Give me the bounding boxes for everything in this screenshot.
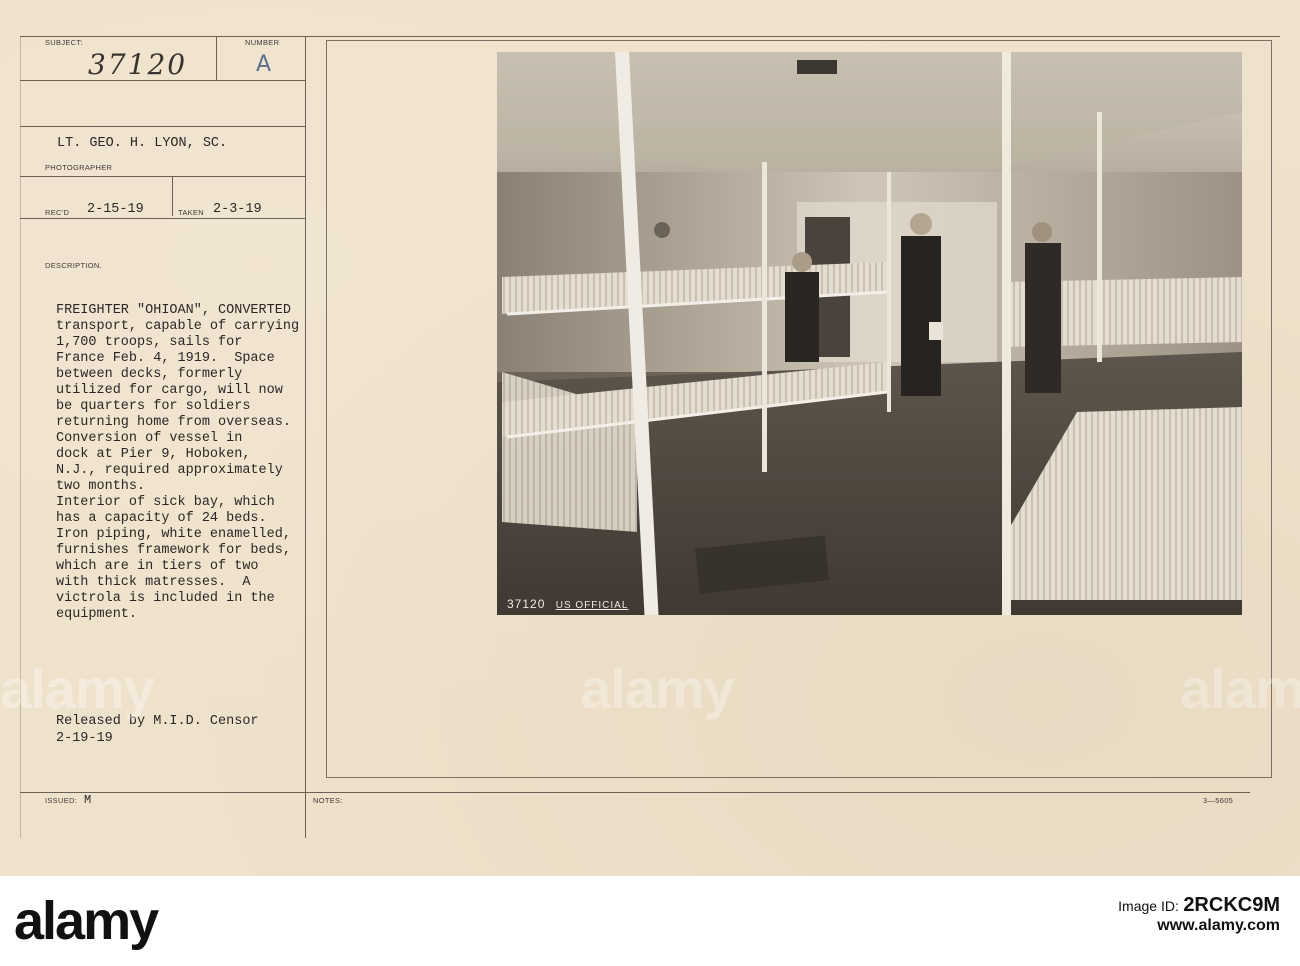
rule-taken [20,218,306,219]
image-id-label: Image ID: [1118,898,1179,914]
divider-subject-number [216,36,217,80]
watermark: alamy [1180,657,1300,720]
description-line: returning home from overseas. [56,415,291,430]
description-line: FREIGHTER "OHIOAN", CONVERTED [56,303,291,318]
description-line: N.J., required approximately [56,463,283,478]
watermark: alamy [580,657,735,720]
photographer-name: LT. GEO. H. LYON, SC. [57,136,228,151]
support-post [1002,52,1011,615]
issued-value: M [84,793,92,807]
description-line: equipment. [56,607,138,622]
released-date: 2-19-19 [56,731,113,746]
label-taken: TAKEN [178,208,204,217]
taken-date: 2-3-19 [213,202,262,217]
officer-right [1025,222,1061,393]
description-line: with thick matresses. A [56,575,251,590]
image-id: 2RCKC9M [1183,894,1280,916]
description-line: Conversion of vessel in [56,431,243,446]
alamy-logo[interactable]: alamy [14,890,159,952]
description-line: furnishes framework for beds, [56,543,291,558]
form-number: 3—5605 [1203,796,1234,805]
stock-footer: alamy Image ID: 2RCKC9M www.alamy.com [0,876,1300,966]
site-url[interactable]: www.alamy.com [1118,917,1280,935]
description-line: France Feb. 4, 1919. Space [56,351,275,366]
negative-number-text: 37120 [507,597,546,611]
watermark: alamy [0,657,155,720]
description-line: Interior of sick bay, which [56,495,275,510]
negative-number: 37120 US OFFICIAL [507,597,628,611]
label-recd: REC'D [45,208,70,217]
image-meta: Image ID: 2RCKC9M www.alamy.com [1118,894,1280,935]
rule-photographer [20,126,306,127]
divider-left-column [305,36,306,838]
description-line: which are in tiers of two [56,559,259,574]
description-line: has a capacity of 24 beds. [56,511,267,526]
description-text: FREIGHTER "OHIOAN", CONVERTED transport,… [56,303,299,623]
label-photographer: PHOTOGRAPHER [45,163,113,172]
description-line: utilized for cargo, will now [56,383,283,398]
description-line: transport, capable of carrying [56,319,300,334]
us-official-stamp: US OFFICIAL [555,600,629,611]
number-value: A [256,52,272,77]
photo-illustration [497,52,1242,615]
divider-recd-taken [172,176,173,216]
description-line: be quarters for soldiers [56,399,251,414]
archive-card: SUBJECT: NUMBER PHOTOGRAPHER REC'D TAKEN… [0,0,1300,876]
rule-recd [20,176,306,177]
label-issued: ISSUED: [45,796,78,805]
label-subject: SUBJECT: [45,38,83,47]
recd-date: 2-15-19 [87,202,144,217]
sailor-center [901,213,943,396]
label-number: NUMBER [245,38,280,47]
label-notes: NOTES: [313,796,343,805]
description-line: two months. [56,479,146,494]
description-line: between decks, formerly [56,367,243,382]
label-description: DESCRIPTION. [45,261,102,270]
description-line: dock at Pier 9, Hoboken, [56,447,251,462]
description-line: victrola is included in the [56,591,275,606]
description-line: 1,700 troops, sails for [56,335,243,350]
rule-top [20,36,1280,37]
rule-issued [20,792,1250,793]
description-line: Iron piping, white enamelled, [56,527,291,542]
subject-number: 37120 [88,48,188,81]
photograph-sick-bay: 37120 US OFFICIAL [497,52,1242,615]
